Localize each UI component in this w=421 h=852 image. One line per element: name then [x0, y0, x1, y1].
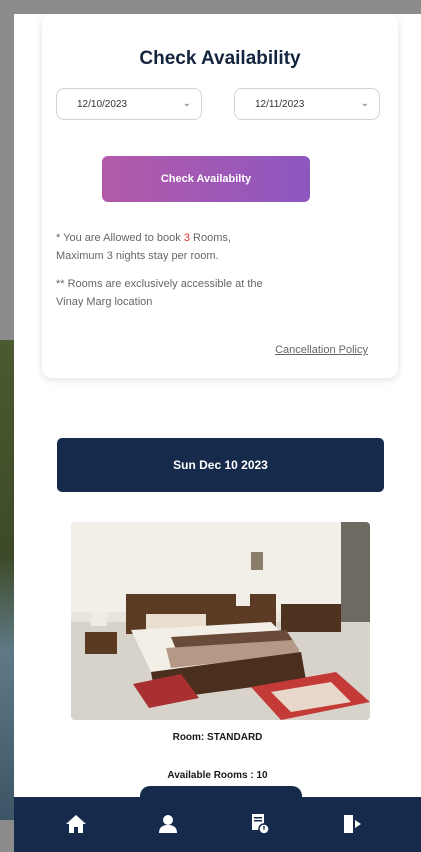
availability-title: Check Availability	[139, 48, 301, 69]
check-availability-button[interactable]: Check Availabilty	[102, 156, 310, 202]
from-date-value: 12/10/2023	[77, 98, 128, 110]
nav-logout[interactable]	[332, 807, 372, 841]
room-type-label: Room: STANDARD	[172, 732, 263, 743]
available-rooms-label: Available Rooms : 10	[167, 770, 268, 781]
user-icon	[159, 815, 177, 833]
nav-profile[interactable]	[148, 807, 188, 841]
availability-card: Check Availability 12/10/2023 ⌄ 12/11/20…	[42, 14, 398, 378]
booking-limit-note: * You are Allowed to book 3 Rooms,	[56, 232, 231, 244]
chevron-down-icon: ⌄	[182, 98, 191, 109]
to-date-value: 12/11/2023	[255, 98, 305, 110]
home-icon	[66, 815, 86, 833]
chevron-down-icon: ⌄	[360, 98, 369, 109]
from-date-select[interactable]: 12/10/2023 ⌄	[56, 88, 202, 120]
nav-bookings[interactable]	[240, 807, 280, 841]
logout-icon	[344, 815, 361, 833]
bookings-icon	[252, 814, 270, 835]
cancellation-policy-link[interactable]: Cancellation Policy	[275, 344, 368, 356]
max-nights-note: Maximum 3 nights stay per room.	[56, 250, 219, 262]
room-image[interactable]	[71, 522, 370, 720]
app-screen: Check Availability 12/10/2023 ⌄ 12/11/20…	[14, 14, 421, 852]
nav-home[interactable]	[56, 807, 96, 841]
to-date-select[interactable]: 12/11/2023 ⌄	[234, 88, 380, 120]
room-illustration	[71, 522, 370, 720]
location-note-line1: ** Rooms are exclusively accessible at t…	[56, 278, 263, 290]
bottom-nav-bar	[14, 797, 421, 852]
location-note-line2: Vinay Marg location	[56, 296, 153, 308]
selected-date-bar: Sun Dec 10 2023	[57, 438, 384, 492]
